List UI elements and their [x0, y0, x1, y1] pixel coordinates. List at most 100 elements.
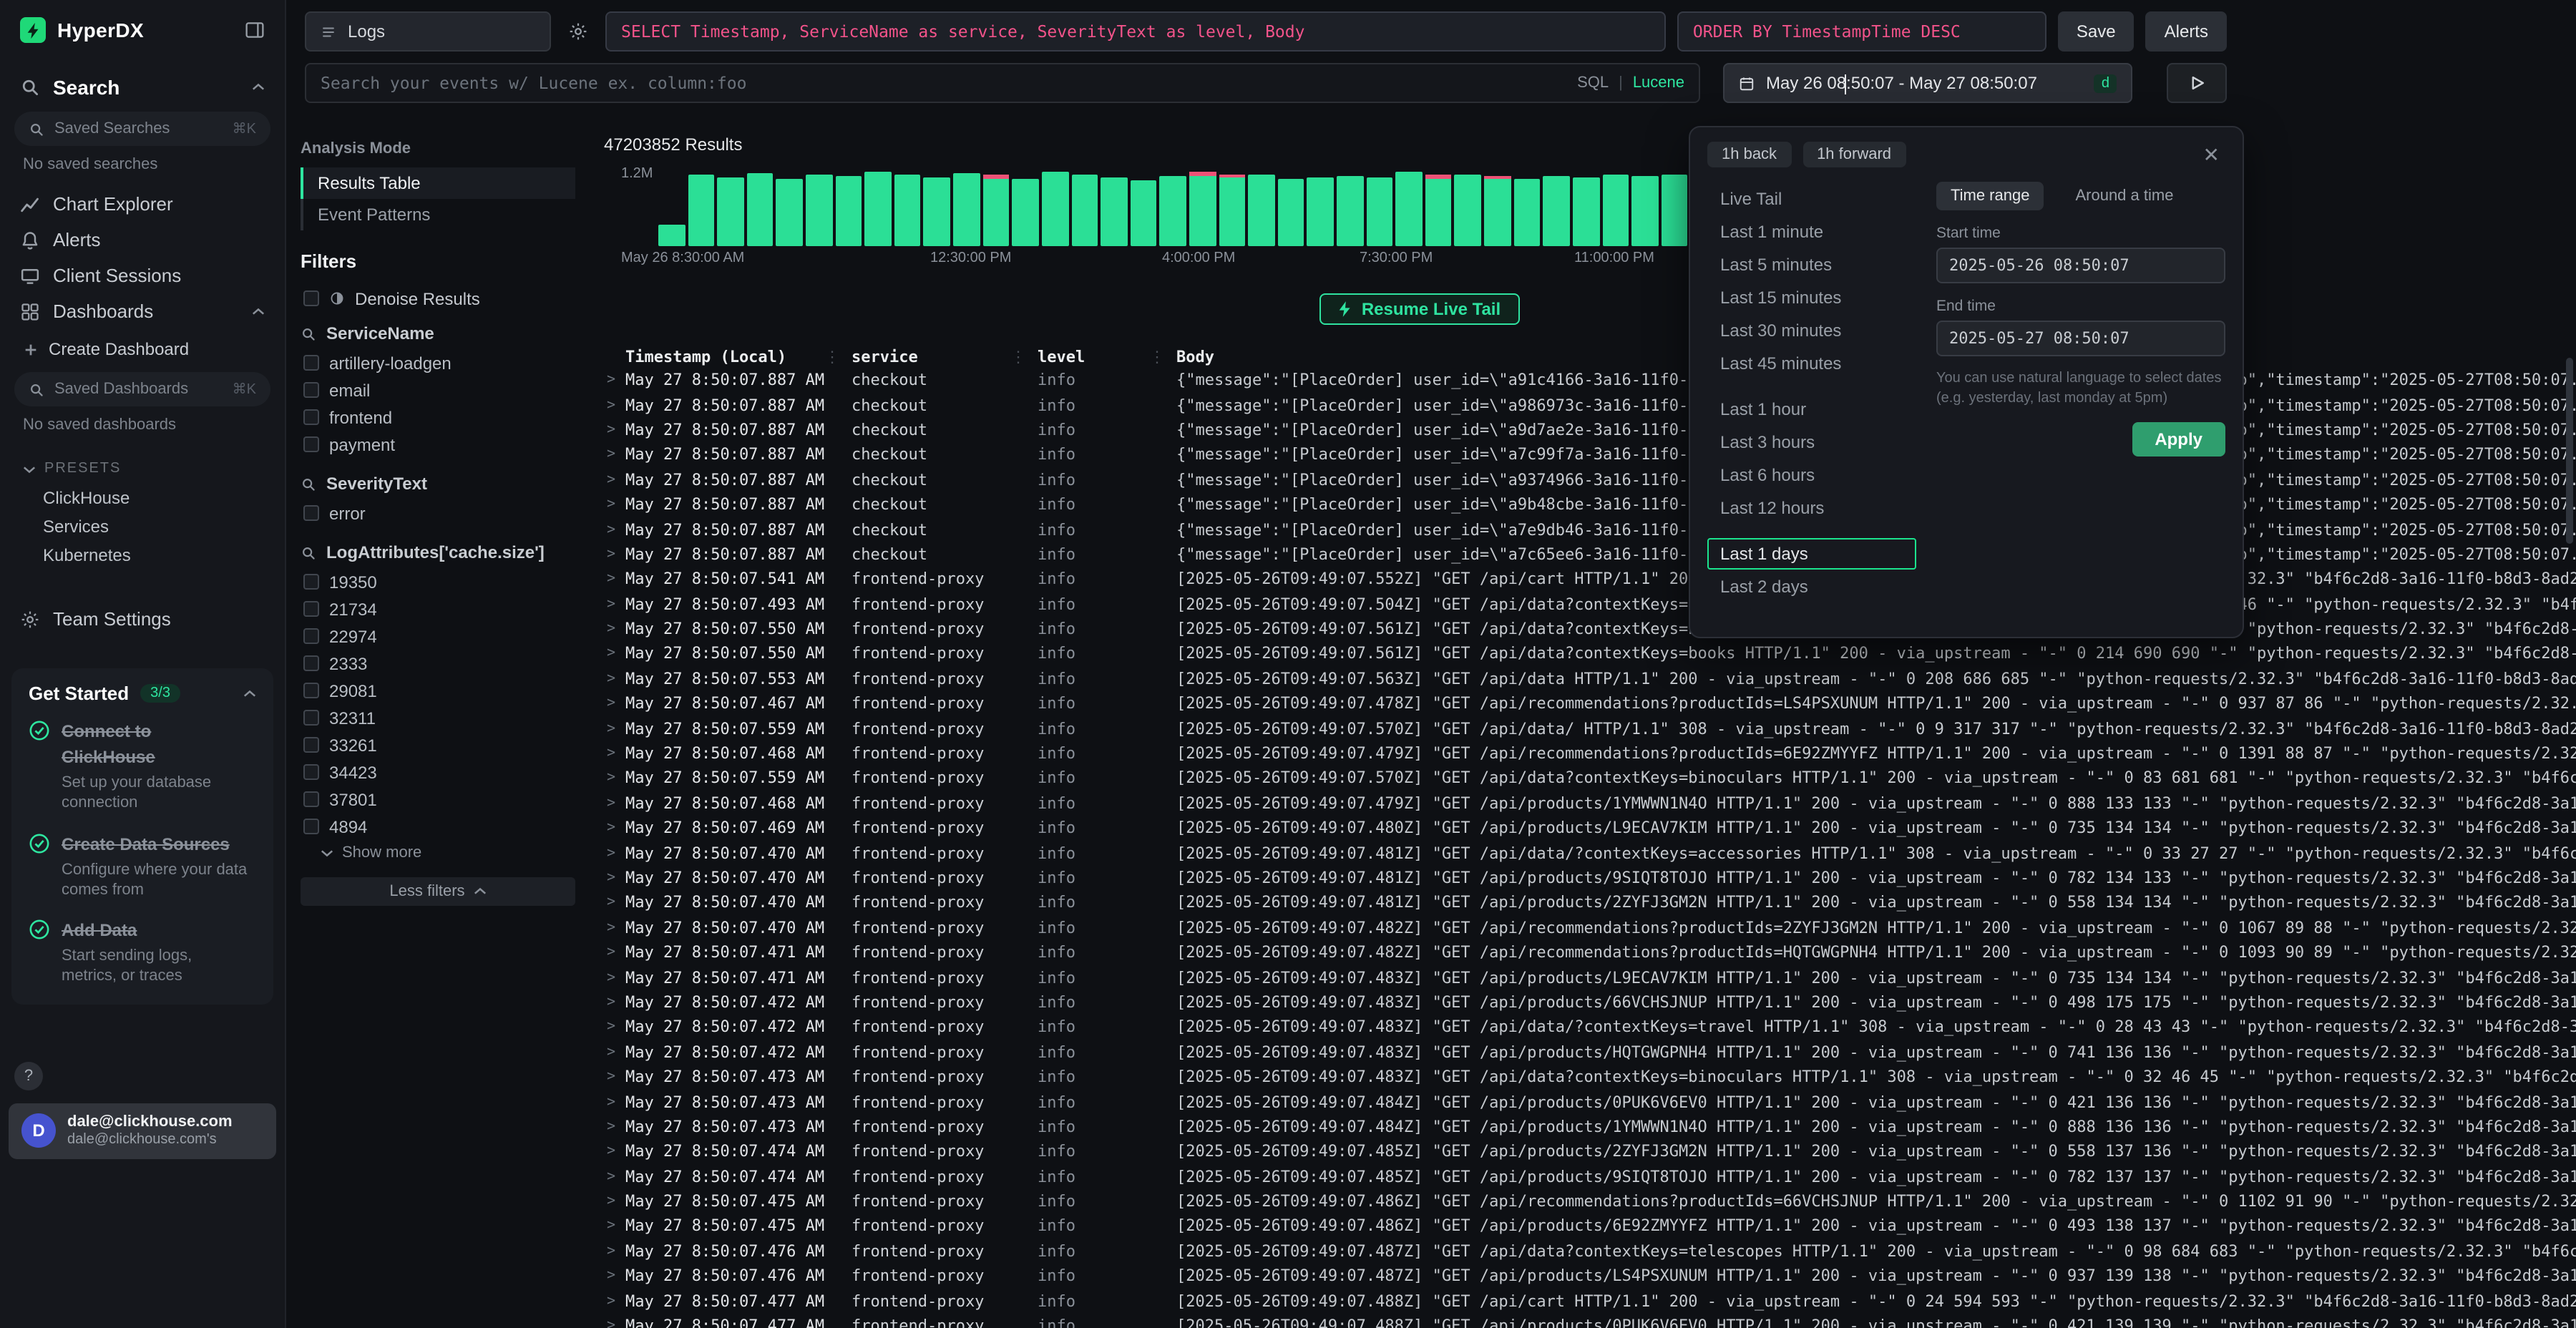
- table-row[interactable]: >May 27 8:50:07.472 AMfrontend-proxyinfo…: [604, 1040, 2576, 1065]
- end-time-input[interactable]: 2025-05-27 08:50:07: [1936, 321, 2225, 356]
- table-row[interactable]: >May 27 8:50:07.476 AMfrontend-proxyinfo…: [604, 1239, 2576, 1264]
- filter-group-header[interactable]: LogAttributes['cache.size']: [301, 542, 575, 562]
- table-row[interactable]: >May 27 8:50:07.474 AMfrontend-proxyinfo…: [604, 1139, 2576, 1164]
- row-expand-icon[interactable]: >: [604, 1020, 625, 1035]
- time-range-option[interactable]: Last 1 minute: [1707, 216, 1916, 248]
- time-range-option[interactable]: Last 1 hour: [1707, 394, 1916, 425]
- sidebar-item-dashboards[interactable]: Dashboards: [0, 293, 285, 329]
- histogram-bar[interactable]: [747, 173, 774, 246]
- column-resize-handle[interactable]: ⋮: [1149, 347, 1176, 366]
- histogram-bar[interactable]: [1661, 175, 1687, 246]
- row-expand-icon[interactable]: >: [604, 870, 625, 886]
- table-row[interactable]: >May 27 8:50:07.887 AMcheckoutinfo{"mess…: [604, 368, 2576, 393]
- help-button[interactable]: ?: [14, 1062, 43, 1090]
- checkbox[interactable]: [303, 737, 319, 753]
- histogram-bar[interactable]: [1013, 178, 1039, 246]
- filter-option[interactable]: 19350: [301, 568, 575, 595]
- source-select[interactable]: Logs: [305, 11, 551, 52]
- row-expand-icon[interactable]: >: [604, 1318, 625, 1328]
- table-row[interactable]: >May 27 8:50:07.475 AMfrontend-proxyinfo…: [604, 1189, 2576, 1214]
- shift-forward-button[interactable]: 1h forward: [1802, 142, 1906, 167]
- filter-option[interactable]: 21734: [301, 595, 575, 622]
- row-expand-icon[interactable]: >: [604, 422, 625, 438]
- sidebar-item-chart-explorer[interactable]: Chart Explorer: [0, 186, 285, 222]
- checkbox[interactable]: [303, 710, 319, 726]
- time-range-option[interactable]: Last 5 minutes: [1707, 249, 1916, 280]
- checkbox[interactable]: [303, 290, 319, 306]
- analysis-mode-event-patterns[interactable]: Event Patterns: [301, 199, 575, 230]
- histogram-bar[interactable]: [865, 172, 892, 246]
- row-expand-icon[interactable]: >: [604, 746, 625, 761]
- row-expand-icon[interactable]: >: [604, 920, 625, 936]
- row-expand-icon[interactable]: >: [604, 771, 625, 786]
- filter-option[interactable]: artillery-loadgen: [301, 349, 575, 376]
- apply-button[interactable]: Apply: [2132, 422, 2225, 456]
- table-row[interactable]: >May 27 8:50:07.472 AMfrontend-proxyinfo…: [604, 1015, 2576, 1040]
- column-resize-handle[interactable]: ⋮: [824, 347, 852, 366]
- filter-group-header[interactable]: ServiceName: [301, 323, 575, 343]
- filter-option[interactable]: frontend: [301, 404, 575, 431]
- row-expand-icon[interactable]: >: [604, 944, 625, 960]
- time-range-option[interactable]: Last 1 days: [1707, 538, 1916, 570]
- tab-time-range[interactable]: Time range: [1936, 182, 2044, 210]
- checkbox[interactable]: [303, 505, 319, 521]
- row-expand-icon[interactable]: >: [604, 646, 625, 662]
- histogram-bar[interactable]: [1337, 175, 1363, 246]
- table-row[interactable]: >May 27 8:50:07.887 AMcheckoutinfo{"mess…: [604, 418, 2576, 443]
- table-row[interactable]: >May 27 8:50:07.468 AMfrontend-proxyinfo…: [604, 791, 2576, 816]
- histogram-bar[interactable]: [688, 175, 714, 246]
- filter-option[interactable]: 34423: [301, 758, 575, 786]
- table-row[interactable]: >May 27 8:50:07.469 AMfrontend-proxyinfo…: [604, 816, 2576, 841]
- table-row[interactable]: >May 27 8:50:07.476 AMfrontend-proxyinfo…: [604, 1264, 2576, 1289]
- time-range-option[interactable]: Last 30 minutes: [1707, 315, 1916, 346]
- filter-option[interactable]: 2333: [301, 650, 575, 677]
- histogram-bar[interactable]: [953, 174, 980, 246]
- row-expand-icon[interactable]: >: [604, 845, 625, 861]
- table-row[interactable]: >May 27 8:50:07.887 AMcheckoutinfo{"mess…: [604, 393, 2576, 418]
- save-button[interactable]: Save: [2058, 11, 2135, 52]
- histogram-bar[interactable]: [1366, 177, 1392, 246]
- time-range-option[interactable]: Last 45 minutes: [1707, 348, 1916, 379]
- saved-searches-input[interactable]: Saved Searches ⌘K: [14, 112, 270, 146]
- time-range-option[interactable]: Live Tail: [1707, 183, 1916, 215]
- less-filters-button[interactable]: Less filters: [301, 877, 575, 906]
- checkbox[interactable]: [303, 628, 319, 644]
- table-row[interactable]: >May 27 8:50:07.887 AMcheckoutinfo{"mess…: [604, 492, 2576, 517]
- table-row[interactable]: >May 27 8:50:07.887 AMcheckoutinfo{"mess…: [604, 542, 2576, 567]
- table-row[interactable]: >May 27 8:50:07.553 AMfrontend-proxyinfo…: [604, 666, 2576, 691]
- table-row[interactable]: >May 27 8:50:07.550 AMfrontend-proxyinfo…: [604, 642, 2576, 667]
- histogram-bar[interactable]: [1307, 177, 1334, 246]
- checkbox[interactable]: [303, 382, 319, 398]
- collapse-sidebar-icon[interactable]: [245, 20, 265, 40]
- row-expand-icon[interactable]: >: [604, 721, 625, 736]
- row-expand-icon[interactable]: >: [604, 522, 625, 537]
- row-expand-icon[interactable]: >: [604, 596, 625, 612]
- order-by-editor[interactable]: ORDER BY TimestampTime DESC: [1677, 11, 2046, 52]
- histogram-bar[interactable]: [1042, 172, 1068, 246]
- source-settings-button[interactable]: [562, 11, 594, 52]
- histogram-bar[interactable]: [717, 177, 743, 246]
- table-row[interactable]: >May 27 8:50:07.468 AMfrontend-proxyinfo…: [604, 741, 2576, 766]
- create-dashboard-button[interactable]: Create Dashboard: [0, 329, 285, 369]
- time-range-option[interactable]: Last 6 hours: [1707, 459, 1916, 491]
- histogram-bar[interactable]: [1071, 175, 1098, 246]
- histogram-bar[interactable]: [1573, 177, 1599, 246]
- sidebar-item-client-sessions[interactable]: Client Sessions: [0, 258, 285, 293]
- saved-dashboards-input[interactable]: Saved Dashboards ⌘K: [14, 372, 270, 406]
- chevron-up-icon[interactable]: [243, 689, 256, 698]
- row-expand-icon[interactable]: >: [604, 1219, 625, 1234]
- row-expand-icon[interactable]: >: [604, 1244, 625, 1259]
- checkbox[interactable]: [303, 355, 319, 371]
- chevron-up-icon[interactable]: [252, 307, 265, 316]
- histogram-bar[interactable]: [1248, 175, 1274, 246]
- checkbox[interactable]: [303, 574, 319, 590]
- row-expand-icon[interactable]: >: [604, 1293, 625, 1309]
- presets-toggle[interactable]: PRESETS: [0, 446, 285, 484]
- row-expand-icon[interactable]: >: [604, 696, 625, 712]
- table-row[interactable]: >May 27 8:50:07.887 AMcheckoutinfo{"mess…: [604, 442, 2576, 467]
- histogram-bar[interactable]: [835, 176, 862, 246]
- table-row[interactable]: >May 27 8:50:07.473 AMfrontend-proxyinfo…: [604, 1114, 2576, 1139]
- checkbox[interactable]: [303, 436, 319, 452]
- filter-option[interactable]: 4894: [301, 813, 575, 840]
- filter-option[interactable]: 33261: [301, 731, 575, 758]
